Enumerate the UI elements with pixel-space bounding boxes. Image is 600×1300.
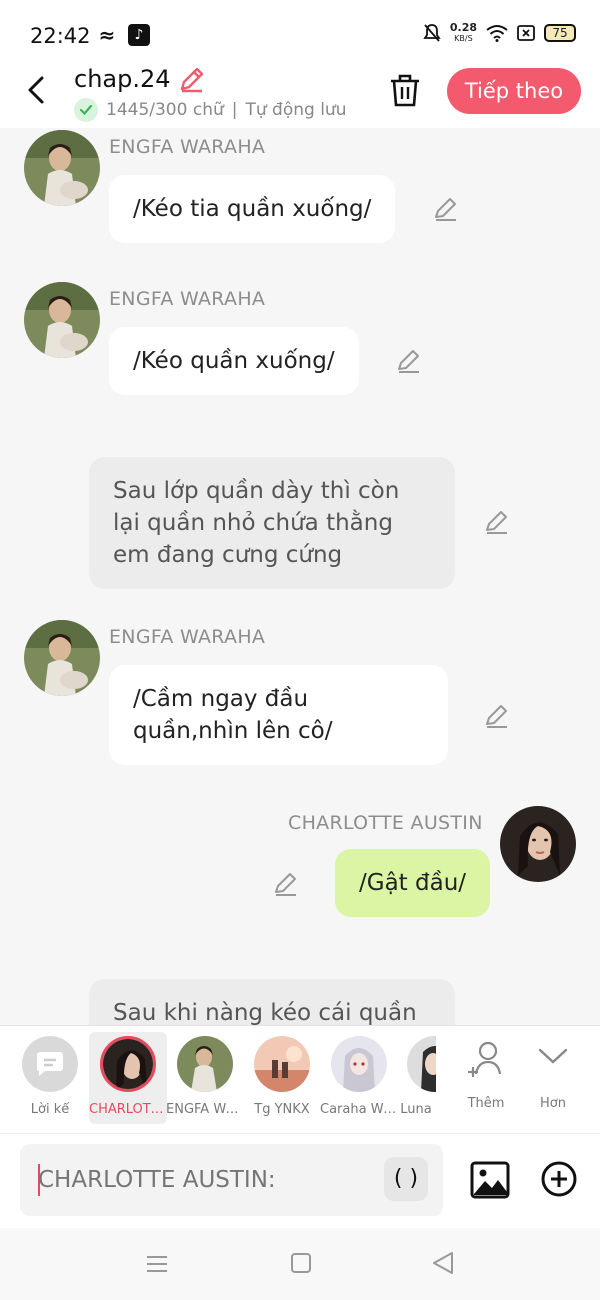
avatar[interactable] [24,282,100,358]
character-label: ENGFA WARAHA [166,1102,244,1117]
add-icon[interactable] [540,1160,578,1198]
input-bar: ( ) [0,1133,600,1228]
avatar [407,1036,436,1092]
avatar [331,1036,387,1092]
sim-icon [517,25,535,41]
avatar [177,1036,233,1092]
edit-icon[interactable] [483,508,511,536]
edit-icon[interactable] [432,195,460,223]
wifi-icon [486,25,508,42]
status-time: 22:42 [30,24,91,48]
network-speed: 0.28 KB/S [449,21,477,43]
back-nav-icon[interactable] [430,1250,456,1276]
recent-apps-icon[interactable] [145,1252,169,1276]
character-label: Tg YNKX [254,1102,310,1117]
character-label: CHARLOTTE AUSTIN [89,1102,167,1117]
character-engfa[interactable]: ENGFA WARAHA [166,1026,244,1134]
edit-icon[interactable] [483,702,511,730]
edit-icon[interactable] [395,347,423,375]
character-selector: Lời kể CHARLOTTE AUSTIN ENGFA WARAHA Tg … [0,1025,600,1133]
message-input[interactable] [38,1162,378,1198]
speaker-name: ENGFA WARAHA [109,626,266,648]
autosave-label: Tự động lưu [245,100,347,120]
speaker-name: ENGFA WARAHA [109,136,266,158]
character-charlotte[interactable]: CHARLOTTE AUSTIN [89,1026,167,1134]
character-luna[interactable]: Luna [396,1026,436,1134]
back-button[interactable] [20,70,54,110]
character-label: Hơn [540,1096,566,1111]
status-bar: 22:42 ≈ ♪ 0.28 KB/S 75 [0,0,600,60]
chapter-title[interactable]: chap.24 [74,64,207,94]
my-message-bubble[interactable]: /Gật đầu/ [335,849,491,917]
image-icon[interactable] [470,1160,510,1200]
editor-header: chap.24 1445/300 chữ | Tự động lưu Tiếp … [0,60,600,128]
avatar [254,1036,310,1092]
message-bubble[interactable]: /Kéo quần xuống/ [109,327,359,395]
avatar[interactable] [500,806,576,882]
add-person-icon [468,1041,502,1077]
next-button[interactable]: Tiếp theo [447,68,581,114]
mute-bell-icon [423,24,441,42]
system-nav-bar [0,1228,600,1300]
avatar [100,1036,156,1092]
chevron-down-icon [538,1048,568,1064]
word-count: 1445/300 chữ [106,100,224,120]
character-label: Luna [400,1102,432,1117]
speaker-name: CHARLOTTE AUSTIN [288,812,483,834]
chapter-status: 1445/300 chữ | Tự động lưu [74,98,346,122]
tiktok-icon: ♪ [128,24,150,46]
capcut-icon: ≈ [98,23,116,47]
chapter-title-text: chap.24 [74,65,171,93]
trash-icon[interactable] [388,72,422,108]
character-caraha[interactable]: Caraha Wi... [320,1026,398,1134]
narration-bubble[interactable]: Sau lớp quần dày thì còn lại quần nhỏ ch… [89,457,455,589]
message-bubble[interactable]: /Kéo tia quần xuống/ [109,175,396,243]
message-bubble[interactable]: /Cầm ngay đầu quần,nhìn lên cô/ [109,665,448,765]
edit-icon[interactable] [272,870,300,898]
edit-title-icon[interactable] [177,64,207,94]
speaker-name: ENGFA WARAHA [109,288,266,310]
separator: | [231,100,238,120]
chat-area[interactable]: ENGFA WARAHA /Kéo tia quần xuống/ ENGFA … [0,128,600,1025]
narration-bubble[interactable]: Sau khi nàng kéo cái quần [89,979,455,1025]
character-label: Lời kể [30,1102,70,1117]
character-tg-ynkx[interactable]: Tg YNKX [243,1026,321,1134]
more-button[interactable]: Hơn [514,1026,592,1134]
character-label: Caraha Wi... [320,1102,398,1117]
check-icon [74,98,98,122]
battery-indicator: 75 [544,24,576,42]
message-input-box[interactable]: ( ) [20,1144,443,1216]
avatar[interactable] [24,620,100,696]
character-narrator[interactable]: Lời kể [11,1026,89,1134]
narrator-icon [22,1036,78,1092]
parenthesis-button[interactable]: ( ) [384,1157,428,1201]
avatar[interactable] [24,130,100,206]
home-icon[interactable] [290,1252,312,1274]
